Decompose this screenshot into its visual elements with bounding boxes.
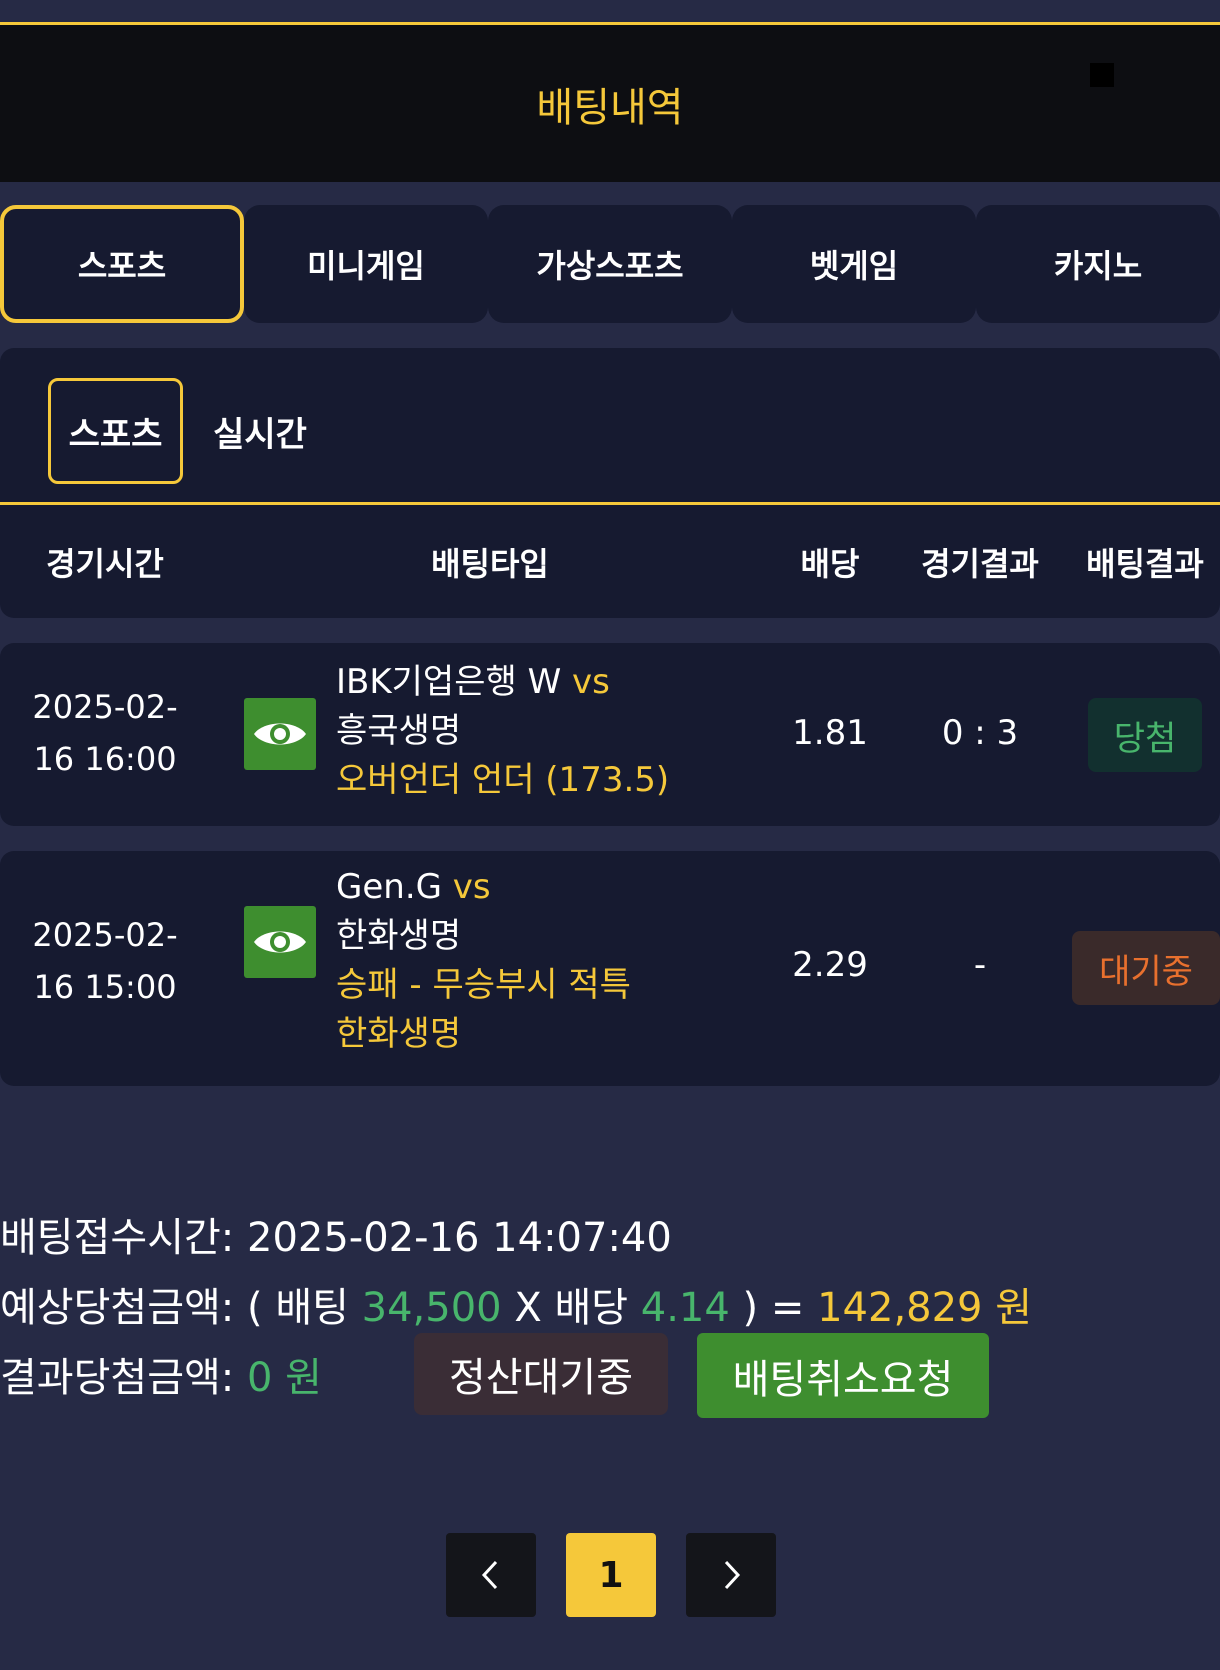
match-teams-line: Gen.G vs	[336, 863, 631, 912]
game-result: -	[973, 945, 987, 985]
result-amount: 0 원	[247, 1355, 322, 1401]
view-details-button[interactable]	[244, 906, 316, 978]
header-game-time: 경기시간	[46, 544, 164, 583]
expected-amount: 142,829 원	[817, 1285, 1033, 1331]
expected-amount-line: 예상당첨금액: ( 배팅 34,500 X 배당 4.14 ) = 142,82…	[0, 1275, 1032, 1333]
game-clock: 16 15:00	[33, 968, 177, 1006]
team-away: 흥국생명	[336, 711, 462, 751]
game-date: 2025-02-	[32, 916, 178, 954]
subtab-panel: 스포츠 실시간	[0, 348, 1220, 505]
equals-label: ) =	[729, 1285, 818, 1331]
result-amount-line: 결과당첨금액: 0 원	[0, 1345, 322, 1403]
bet-pick: 승패 - 무승부시 적특	[336, 965, 631, 1005]
expected-open: ( 배팅	[247, 1285, 362, 1331]
match-teams-line: IBK기업은행 W vs	[336, 658, 669, 707]
page-number-current[interactable]: 1	[566, 1533, 656, 1617]
team-home: IBK기업은행 W	[336, 662, 562, 702]
table-row: 2025-02- 16 15:00 Gen.G vs 한화생명 승패 - 무승부…	[0, 851, 1220, 1086]
tab-casino[interactable]: 카지노	[976, 205, 1220, 323]
cancel-bet-button[interactable]: 배팅취소요청	[697, 1333, 989, 1418]
tab-sports[interactable]: 스포츠	[0, 205, 244, 323]
tab-betgame[interactable]: 벳게임	[732, 205, 976, 323]
eye-icon	[254, 723, 306, 745]
view-details-button[interactable]	[244, 698, 316, 770]
chevron-right-icon	[724, 1560, 741, 1590]
header-bet-type: 배팅타입	[431, 544, 549, 583]
received-time-value: 2025-02-16 14:07:40	[247, 1215, 672, 1261]
bet-pick-selection: 한화생명	[336, 1014, 462, 1054]
result-amount-label: 결과당첨금액:	[0, 1355, 247, 1401]
game-clock: 16 16:00	[33, 740, 177, 778]
game-result: 0 : 3	[941, 713, 1019, 753]
bet-info: Gen.G vs 한화생명 승패 - 무승부시 적특 한화생명	[336, 863, 631, 1059]
bet-amount: 34,500	[361, 1285, 502, 1331]
chevron-left-icon	[481, 1560, 498, 1590]
header-bet-result: 배팅결과	[1086, 544, 1204, 583]
vs-label: vs	[452, 867, 491, 907]
tab-virtual-sports[interactable]: 가상스포츠	[488, 205, 732, 323]
page-title: 배팅내역	[536, 84, 684, 131]
received-time-label: 배팅접수시간:	[0, 1215, 247, 1261]
times-label: X 배당	[501, 1285, 641, 1331]
total-odds: 4.14	[640, 1285, 730, 1331]
odds-value: 2.29	[792, 945, 868, 985]
table-header: 경기시간 배팅타입 배당 경기결과 배팅결과	[0, 505, 1220, 618]
game-time: 2025-02- 16 16:00	[20, 681, 190, 785]
game-time: 2025-02- 16 15:00	[20, 909, 190, 1013]
header-game-result: 경기결과	[921, 544, 1039, 583]
odds-value: 1.81	[792, 713, 868, 753]
tab-minigame[interactable]: 미니게임	[244, 205, 488, 323]
subtab-live[interactable]: 실시간	[195, 378, 325, 484]
status-badge: 대기중	[1072, 931, 1220, 1005]
table-row: 2025-02- 16 16:00 IBK기업은행 W vs 흥국생명 오버언더…	[0, 643, 1220, 826]
team-away: 한화생명	[336, 916, 462, 956]
vs-label: vs	[572, 662, 610, 702]
game-date: 2025-02-	[32, 688, 178, 726]
subtab-sports[interactable]: 스포츠	[48, 378, 183, 484]
bet-info: IBK기업은행 W vs 흥국생명 오버언더 언더 (173.5)	[336, 658, 669, 805]
modal-header: 배팅내역	[0, 22, 1220, 182]
received-time-line: 배팅접수시간: 2025-02-16 14:07:40	[0, 1205, 672, 1263]
settle-status-badge: 정산대기중	[414, 1333, 668, 1415]
prev-page-button[interactable]	[446, 1533, 536, 1617]
header-odds: 배당	[800, 544, 860, 583]
eye-icon	[254, 931, 306, 953]
category-tabs: 스포츠 미니게임 가상스포츠 벳게임 카지노	[0, 205, 1220, 323]
team-home: Gen.G	[336, 867, 442, 907]
close-icon[interactable]	[1090, 63, 1114, 87]
next-page-button[interactable]	[686, 1533, 776, 1617]
expected-amount-label: 예상당첨금액:	[0, 1285, 247, 1331]
bet-pick: 오버언더 언더 (173.5)	[336, 760, 670, 800]
status-badge: 당첨	[1088, 698, 1202, 772]
